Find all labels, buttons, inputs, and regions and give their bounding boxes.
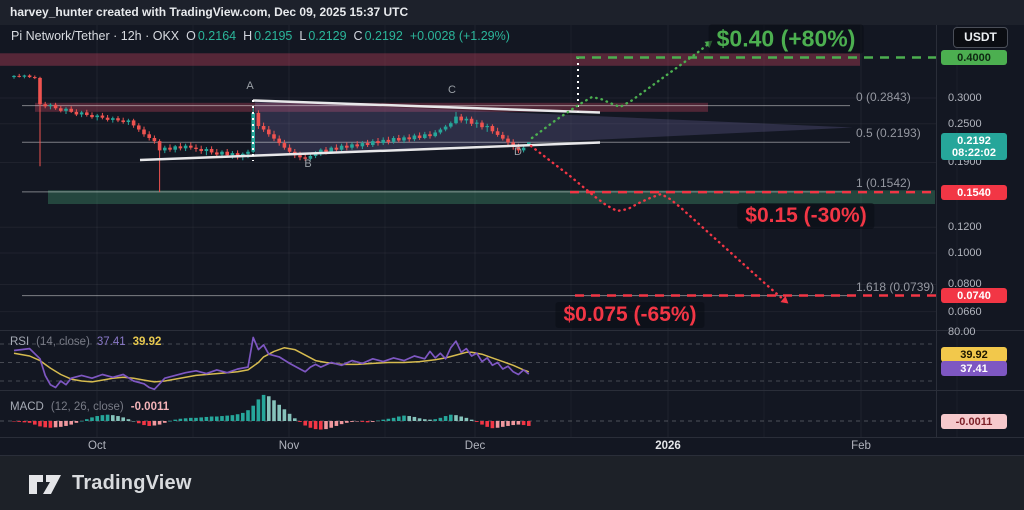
rsi-value: 37.41	[97, 336, 126, 348]
price-zone	[0, 53, 860, 66]
time-axis-label[interactable]: Dec	[465, 440, 485, 452]
fib-label: 0 (0.2843)	[856, 90, 911, 104]
price-axis-label: 0.2500	[948, 118, 982, 130]
indicator-axis-badge: -0.0011	[941, 414, 1007, 429]
time-axis-label[interactable]: Feb	[851, 440, 871, 452]
rsi-params: (14, close)	[36, 336, 90, 348]
fib-label: 1.618 (0.0739)	[856, 280, 934, 294]
main-pane	[0, 41, 936, 304]
price-axis-badge: 0.219208:22:02	[941, 133, 1007, 160]
pattern-point-label: D	[514, 146, 522, 158]
price-axis-label: 0.1200	[948, 221, 982, 233]
pattern-point-label: C	[448, 84, 456, 96]
symbol-title[interactable]: Pi Network/Tether · 12h · OKX	[11, 29, 179, 43]
price-change: +0.0028 (+1.29%)	[410, 29, 510, 43]
indicator-axis-badge: 37.41	[941, 361, 1007, 376]
fib-label: 1 (0.1542)	[856, 176, 911, 190]
pattern-point-label: B	[304, 158, 311, 170]
rsi-axis-label: 80.00	[948, 326, 976, 338]
footer-bar: TradingView	[0, 455, 1024, 510]
time-axis-label[interactable]: Nov	[279, 440, 299, 452]
rsi-legend[interactable]: RSI (14, close) 37.41 39.92	[10, 336, 161, 348]
tradingview-logo-icon[interactable]	[28, 468, 62, 498]
ohlc-close: C0.2192	[354, 29, 403, 43]
symbol-legend[interactable]: Pi Network/Tether · 12h · OKX O0.2164 H0…	[11, 29, 510, 43]
price-chart-canvas[interactable]	[0, 0, 1024, 510]
macd-value: -0.0011	[131, 401, 169, 413]
tradingview-brand-text[interactable]: TradingView	[72, 472, 192, 495]
rsi-ma-line	[14, 348, 529, 382]
price-target-label: $0.40 (+80%)	[709, 25, 864, 54]
price-axis-badge: 0.4000	[941, 50, 1007, 65]
price-axis-label: 0.0660	[948, 306, 982, 318]
time-axis-label[interactable]: Oct	[88, 440, 106, 452]
ohlc-high: H0.2195	[243, 29, 292, 43]
vertical-gridlines	[97, 25, 957, 437]
price-target-label: $0.15 (-30%)	[737, 203, 874, 229]
macd-legend[interactable]: MACD (12, 26, close) -0.0011	[10, 401, 169, 413]
indicator-axis-badge: 39.92	[941, 347, 1007, 362]
rsi-label: RSI	[10, 336, 29, 348]
time-axis-label[interactable]: 2026	[655, 440, 681, 452]
ohlc-low: L0.2129	[299, 29, 346, 43]
pattern-point-label: A	[246, 80, 253, 92]
macd-params: (12, 26, close)	[51, 401, 124, 413]
usdt-currency-button[interactable]: USDT	[953, 27, 1008, 48]
price-axis-badge: 0.1540	[941, 185, 1007, 200]
fib-label: 0.5 (0.2193)	[856, 126, 921, 140]
countdown-timer: 08:22:02	[941, 147, 1007, 159]
rsi-ma-value: 39.92	[133, 336, 162, 348]
price-axis-label: 0.3000	[948, 92, 982, 104]
macd-label: MACD	[10, 401, 44, 413]
price-axis-label: 0.1000	[948, 247, 982, 259]
price-axis-badge: 0.0740	[941, 288, 1007, 303]
tradingview-screenshot: harvey_hunter created with TradingView.c…	[0, 0, 1024, 510]
ohlc-open: O0.2164	[186, 29, 236, 43]
price-target-label: $0.075 (-65%)	[555, 302, 704, 328]
